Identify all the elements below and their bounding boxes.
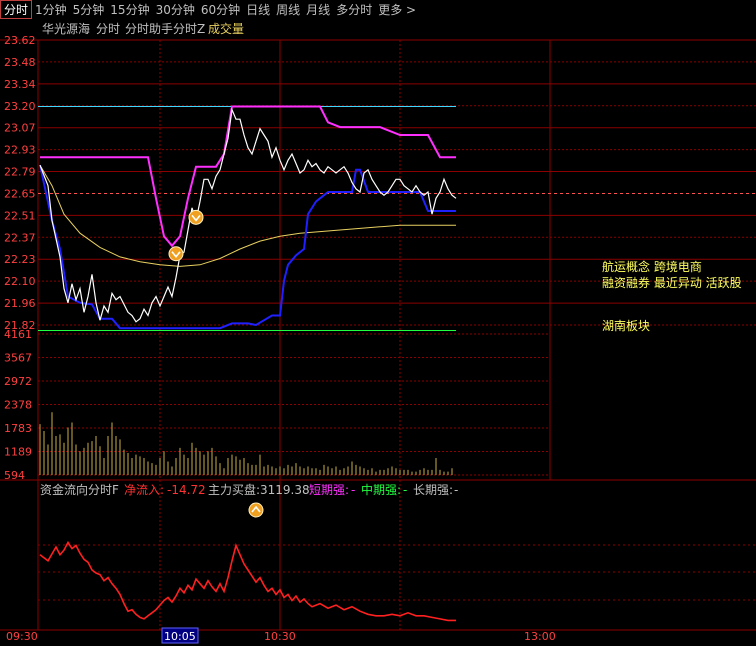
header-item-fenshi: 分时 [96, 22, 120, 36]
netflow-line [39, 540, 456, 622]
price-tick-label: 21.96 [4, 297, 36, 310]
price-tick-label: 22.37 [4, 231, 36, 244]
level-lines [38, 106, 456, 332]
volume-tick-label: 1783 [4, 422, 32, 435]
time-tick-label: 09:30 [6, 630, 38, 643]
main-buy-value: 3119.38 [260, 483, 310, 497]
price-tick-label: 22.65 [4, 187, 36, 200]
price-tick-label: 23.07 [4, 122, 36, 135]
time-tick-label: 10:30 [264, 630, 296, 643]
net-inflow-value: -14.72 [167, 483, 206, 497]
concept-tags-2: 融资融券 最近异动 活跃股 [602, 275, 742, 290]
volume-tick-label: 1189 [4, 446, 32, 459]
concept-tags-1: 航运概念 跨境电商 [602, 259, 702, 274]
time-tick-label: 10:05 [164, 630, 196, 643]
mid-strong-label: 中期强: [361, 482, 401, 497]
price-tick-label: 22.93 [4, 144, 36, 157]
time-tick-label: 13:00 [524, 630, 556, 643]
stock-name: 华光源海 [42, 21, 90, 36]
long-strong-value: - [454, 483, 458, 497]
price-tick-label: 23.20 [4, 100, 36, 113]
price-tick-label: 23.48 [4, 56, 36, 69]
price-tick-label: 22.10 [4, 275, 36, 288]
volume-label: 成交量 [208, 21, 244, 36]
header-item-assistant: 分时助手分时Z [125, 22, 205, 36]
price-axis: 23.62 23.48 23.34 23.20 23.07 22.93 22.79 22.65… [4, 34, 36, 332]
price-tick-label: 22.79 [4, 166, 36, 179]
volume-tick-label: 594 [4, 469, 25, 482]
price-tick-label: 23.34 [4, 78, 36, 91]
sector-tag: 湖南板块 [602, 318, 650, 333]
price-tick-label: 22.23 [4, 253, 36, 266]
signal-marker-icon [188, 209, 204, 225]
signal-markers [168, 209, 204, 262]
main-buy-label: 主力买盘: [208, 482, 260, 497]
scroll-up-icon[interactable] [248, 502, 264, 518]
price-tick-label: 22.51 [4, 209, 36, 222]
short-strong-value: - [351, 483, 355, 497]
netflow-line [39, 540, 456, 622]
series-lines [39, 105, 457, 330]
volume-tick-label: 2972 [4, 375, 32, 388]
short-strong-label: 短期强: [309, 483, 349, 497]
long-strong-label: 长期强: [413, 483, 453, 497]
volume-tick-label: 4161 [4, 328, 32, 341]
volume-tick-label: 2378 [4, 399, 32, 412]
intraday-chart: 23.62 23.48 23.34 23.20 23.07 22.93 22.79 22.65… [0, 21, 756, 644]
volume-axis: 4161 3567 2972 2378 1783 1189 594 [4, 328, 32, 482]
chart-frame [0, 39, 756, 631]
volume-bars [39, 412, 453, 475]
price-tick-label: 23.62 [4, 34, 36, 47]
blue-indicator-line [39, 164, 456, 330]
signal-marker-icon [168, 246, 184, 262]
volume-tick-label: 3567 [4, 352, 32, 365]
mid-strong-value: - [403, 483, 407, 497]
net-inflow-label: 净流入: [124, 483, 164, 497]
moneyflow-title: 资金流向分时F [40, 482, 119, 497]
grid-lines [38, 39, 756, 630]
